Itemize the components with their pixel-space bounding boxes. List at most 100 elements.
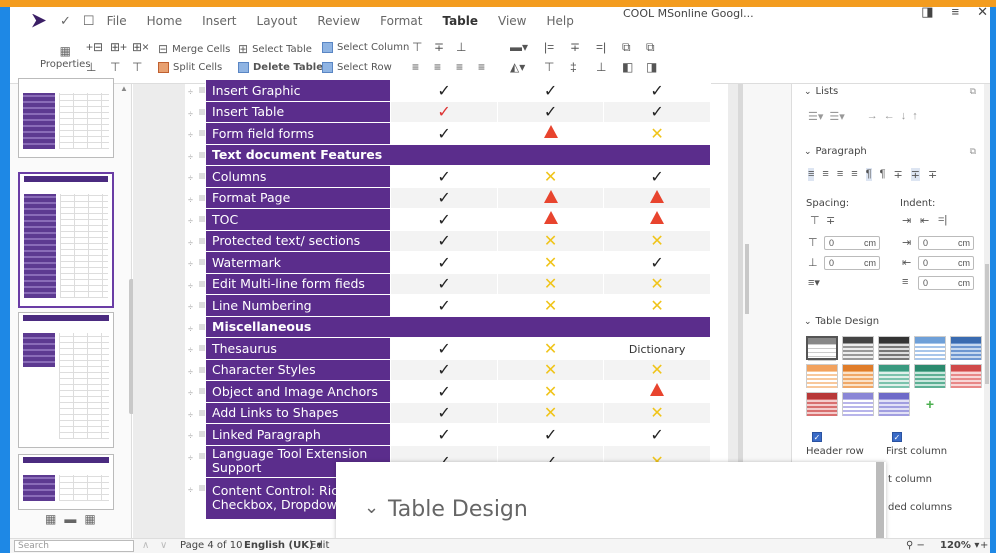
feature-name-cell[interactable]: Columns bbox=[204, 165, 392, 188]
support-cell[interactable]: ✓ bbox=[603, 79, 711, 102]
menu-home[interactable]: Home bbox=[147, 14, 182, 28]
paragraph-header[interactable]: ⌄ Paragraph bbox=[804, 146, 867, 157]
distribute-right-icon[interactable]: =| bbox=[596, 40, 606, 54]
merge-cells-button[interactable]: ⊟ Merge Cells bbox=[158, 42, 230, 56]
support-cell[interactable]: ✕ bbox=[496, 272, 605, 295]
feature-name-cell[interactable]: Insert Table bbox=[204, 100, 392, 123]
bring-forward-icon[interactable]: ⧉ bbox=[622, 40, 631, 55]
search-input[interactable]: Search bbox=[14, 540, 134, 552]
support-cell[interactable]: ✕ bbox=[603, 272, 711, 295]
thumb-grid-icon[interactable]: ▬ bbox=[64, 512, 76, 526]
feature-name-cell[interactable]: Character Styles bbox=[204, 358, 392, 381]
table-style-9[interactable] bbox=[914, 364, 946, 388]
support-cell[interactable]: ✕ bbox=[496, 401, 605, 424]
table-style-13[interactable] bbox=[878, 392, 910, 416]
support-cell[interactable]: ✕ bbox=[603, 122, 711, 145]
row-drag-handle-icon[interactable]: ÷ bbox=[188, 485, 193, 495]
fill-color-icon[interactable]: ◭▾ bbox=[510, 60, 525, 74]
sidebar-toggle-icon[interactable]: ◨ bbox=[921, 4, 933, 20]
support-cell[interactable]: ✓ bbox=[603, 100, 711, 123]
page-thumbnail-3[interactable] bbox=[18, 78, 114, 158]
insert-column-before-icon[interactable]: ⊤ bbox=[110, 60, 120, 74]
align-center-icon[interactable]: ≡ bbox=[434, 60, 441, 74]
menu-insert[interactable]: Insert bbox=[202, 14, 236, 28]
add-table-style-button[interactable]: + bbox=[914, 392, 946, 416]
support-cell[interactable] bbox=[496, 122, 605, 145]
row-drag-handle-icon[interactable]: ÷ bbox=[188, 152, 193, 162]
row-drag-handle-icon[interactable]: ÷ bbox=[188, 388, 193, 398]
support-cell[interactable]: ✓ bbox=[390, 79, 498, 102]
menu-file[interactable]: File bbox=[107, 14, 127, 28]
select-row-button[interactable]: Select Row bbox=[322, 62, 392, 73]
numbered-list-icon[interactable]: ☰▾ bbox=[829, 110, 844, 123]
zoom-out-icon[interactable]: ⚲ − bbox=[906, 540, 925, 551]
menu-layout[interactable]: Layout bbox=[257, 14, 298, 28]
select-column-button[interactable]: Select Column bbox=[322, 42, 409, 53]
indent-after-input[interactable]: 0 cm bbox=[918, 256, 974, 270]
support-cell[interactable]: ✓ bbox=[390, 358, 498, 381]
support-cell[interactable]: ✓ bbox=[496, 100, 605, 123]
table-style-12[interactable] bbox=[842, 392, 874, 416]
move-down-icon[interactable]: ↓ bbox=[901, 110, 907, 123]
support-cell[interactable]: ✓ bbox=[390, 122, 498, 145]
insert-row-below-icon[interactable]: ⊥ bbox=[86, 60, 96, 74]
bullet-list-icon[interactable]: ☰▾ bbox=[808, 110, 823, 123]
table-style-4[interactable] bbox=[914, 336, 946, 360]
check-icon[interactable]: ✓ bbox=[60, 13, 71, 29]
feature-name-cell[interactable]: Form field forms bbox=[204, 122, 392, 145]
support-cell[interactable]: ✓ bbox=[496, 79, 605, 102]
zoom-in-icon[interactable]: + bbox=[980, 540, 988, 551]
para-spacing-above-icon[interactable]: ⊤ bbox=[810, 214, 820, 227]
lists-header[interactable]: ⌄ Lists bbox=[804, 86, 838, 97]
properties-button[interactable]: ▦ Properties bbox=[40, 44, 91, 70]
table-style-3[interactable] bbox=[878, 336, 910, 360]
search-prev-icon[interactable]: ∧ bbox=[142, 540, 149, 551]
page-thumbnail-4[interactable] bbox=[18, 172, 114, 308]
support-cell[interactable]: ✓ bbox=[390, 294, 498, 317]
align-center-v-icon[interactable]: ∓ bbox=[434, 40, 444, 54]
support-cell[interactable]: ✓ bbox=[390, 380, 498, 403]
support-cell[interactable]: ✓ bbox=[390, 251, 498, 274]
row-drag-handle-icon[interactable]: ÷ bbox=[188, 431, 193, 441]
page-thumbnail-5[interactable] bbox=[18, 312, 114, 448]
scroll-up-arrow-icon[interactable]: ▲ bbox=[120, 84, 128, 93]
distribute-middle-icon[interactable]: ‡ bbox=[570, 60, 577, 74]
align-left-icon[interactable]: ≡ bbox=[808, 168, 815, 181]
row-drag-handle-icon[interactable]: ÷ bbox=[188, 87, 193, 97]
feature-name-cell[interactable]: Edit Multi-line form fieds bbox=[204, 272, 392, 295]
space-below-input[interactable]: 0 cm bbox=[824, 256, 880, 270]
support-cell[interactable]: ✓ bbox=[496, 423, 605, 446]
row-drag-handle-icon[interactable]: ÷ bbox=[188, 324, 193, 334]
line-spacing-icon[interactable]: ≡▾ bbox=[808, 276, 820, 289]
search-next-icon[interactable]: ∨ bbox=[160, 540, 167, 551]
send-backward-icon[interactable]: ⧉ bbox=[646, 40, 655, 55]
row-drag-handle-icon[interactable]: ÷ bbox=[188, 216, 193, 226]
support-cell[interactable]: ✓ bbox=[390, 186, 498, 209]
more-options-icon[interactable]: ⧉ bbox=[970, 146, 976, 157]
support-cell[interactable]: ✓ bbox=[390, 208, 498, 231]
feature-name-cell[interactable]: Insert Graphic bbox=[204, 79, 392, 102]
support-cell[interactable]: ✓ bbox=[390, 229, 498, 252]
table-style-2[interactable] bbox=[842, 336, 874, 360]
feature-name-cell[interactable]: Line Numbering bbox=[204, 294, 392, 317]
feature-name-cell[interactable]: Add Links to Shapes bbox=[204, 401, 392, 424]
row-drag-handle-icon[interactable]: ÷ bbox=[188, 281, 193, 291]
distribute-bottom-icon[interactable]: ⊥ bbox=[596, 60, 606, 74]
valign-bottom-icon[interactable]: ∓ bbox=[928, 168, 937, 181]
table-style-7[interactable] bbox=[842, 364, 874, 388]
decrease-indent-icon[interactable]: ⇤ bbox=[920, 214, 929, 227]
support-cell[interactable]: ✕ bbox=[603, 401, 711, 424]
support-cell[interactable]: ✓ bbox=[603, 251, 711, 274]
hamburger-menu-icon[interactable]: ≡ bbox=[952, 4, 960, 20]
table-style-8[interactable] bbox=[878, 364, 910, 388]
section-heading[interactable]: Miscellaneous bbox=[205, 315, 711, 338]
row-drag-handle-icon[interactable]: ÷ bbox=[188, 173, 193, 183]
distribute-center-icon[interactable]: ∓ bbox=[570, 40, 580, 54]
section-heading[interactable]: Text document Features bbox=[205, 143, 711, 166]
align-right-icon[interactable]: ≡ bbox=[456, 60, 463, 74]
thumb-view-icon[interactable]: ▦ bbox=[45, 512, 56, 526]
first-line-input[interactable]: 0 cm bbox=[918, 276, 974, 290]
align-right-icon[interactable]: ≡ bbox=[837, 168, 843, 181]
support-cell[interactable] bbox=[496, 186, 605, 209]
support-cell[interactable]: ✓ bbox=[390, 272, 498, 295]
